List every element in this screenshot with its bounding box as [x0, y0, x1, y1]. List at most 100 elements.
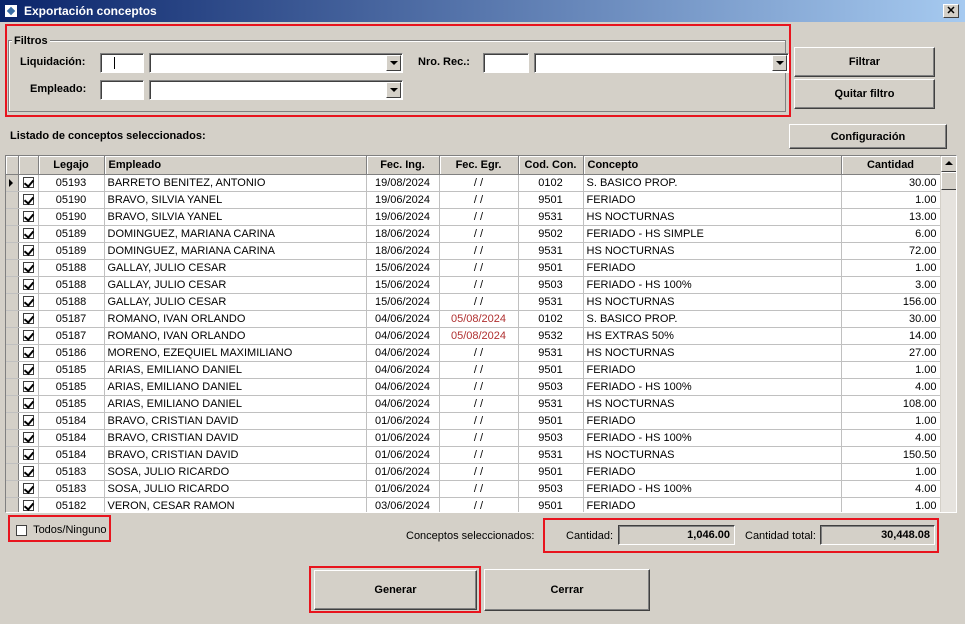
cell-cantidad: 1.00 — [841, 361, 941, 379]
table-row[interactable]: 05183 SOSA, JULIO RICARDO 01/06/2024 / /95… — [6, 480, 941, 498]
empleado-code-input[interactable] — [100, 80, 144, 100]
cell-legajo: 05182 — [38, 497, 105, 512]
column-header-empleado[interactable]: Empleado — [104, 156, 367, 175]
checkbox-icon[interactable] — [16, 524, 27, 536]
checkbox-icon[interactable] — [22, 228, 34, 240]
row-checkbox[interactable] — [18, 446, 39, 464]
row-checkbox[interactable] — [18, 361, 39, 379]
table-row[interactable]: 05185 ARIAS, EMILIANO DANIEL 04/06/2024 / … — [6, 378, 941, 396]
checkbox-icon[interactable] — [22, 194, 34, 206]
row-checkbox[interactable] — [18, 480, 39, 498]
table-row[interactable]: 05190 BRAVO, SILVIA YANEL 19/06/2024 / /95… — [6, 191, 941, 209]
cell-fec-egr: / / — [439, 259, 519, 277]
table-row[interactable]: 05188 GALLAY, JULIO CESAR 15/06/2024 / /95… — [6, 259, 941, 277]
table-row[interactable]: 05184 BRAVO, CRISTIAN DAVID 01/06/2024 / /… — [6, 429, 941, 447]
table-row[interactable]: 05187 ROMANO, IVAN ORLANDO 04/06/2024 05/08… — [6, 327, 941, 345]
table-row[interactable]: 05190 BRAVO, SILVIA YANEL 19/06/2024 / /95… — [6, 208, 941, 226]
row-checkbox[interactable] — [18, 412, 39, 430]
checkbox-icon[interactable] — [22, 500, 34, 512]
checkbox-icon[interactable] — [22, 296, 34, 308]
checkbox-icon[interactable] — [22, 398, 34, 410]
column-header-fec-ing[interactable]: Fec. Ing. — [366, 156, 440, 175]
table-row[interactable]: 05186 MORENO, EZEQUIEL MAXIMILIANO 04/06/2… — [6, 344, 941, 362]
checkbox-icon[interactable] — [22, 279, 34, 291]
row-indicator — [6, 191, 19, 209]
row-checkbox[interactable] — [18, 259, 39, 277]
checkbox-icon[interactable] — [22, 466, 34, 478]
column-header-fec-egr[interactable]: Fec. Egr. — [439, 156, 519, 175]
row-checkbox[interactable] — [18, 208, 39, 226]
row-checkbox[interactable] — [18, 242, 39, 260]
configuracion-button[interactable]: Configuración — [789, 124, 947, 149]
row-checkbox[interactable] — [18, 463, 39, 481]
chevron-down-icon[interactable] — [772, 55, 787, 71]
liquidacion-code-input[interactable] — [100, 53, 144, 73]
row-checkbox[interactable] — [18, 174, 39, 192]
row-checkbox[interactable] — [18, 327, 39, 345]
nro-rec-select[interactable] — [534, 53, 789, 73]
scroll-up-arrow-icon[interactable] — [941, 156, 956, 172]
vertical-scrollbar[interactable] — [940, 156, 956, 512]
checkbox-icon[interactable] — [22, 364, 34, 376]
table-row[interactable]: 05193 BARRETO BENITEZ, ANTONIO 19/08/2024 … — [6, 174, 941, 192]
filtrar-button[interactable]: Filtrar — [794, 47, 935, 77]
checkbox-icon[interactable] — [22, 483, 34, 495]
table-row[interactable]: 05188 GALLAY, JULIO CESAR 15/06/2024 / /95… — [6, 293, 941, 311]
checkbox-icon[interactable] — [22, 415, 34, 427]
row-checkbox[interactable] — [18, 344, 39, 362]
table-row[interactable]: 05184 BRAVO, CRISTIAN DAVID 01/06/2024 / /… — [6, 412, 941, 430]
table-row[interactable]: 05188 GALLAY, JULIO CESAR 15/06/2024 / /95… — [6, 276, 941, 294]
checkbox-icon[interactable] — [22, 313, 34, 325]
checkbox-icon[interactable] — [22, 330, 34, 342]
row-checkbox[interactable] — [18, 191, 39, 209]
cell-concepto: FERIADO — [583, 361, 842, 379]
cell-fec-ing: 04/06/2024 — [366, 310, 440, 328]
checkbox-icon[interactable] — [22, 449, 34, 461]
cell-cantidad: 30.00 — [841, 310, 941, 328]
column-header-cantidad[interactable]: Cantidad — [841, 156, 941, 175]
column-header-legajo[interactable]: Legajo — [38, 156, 105, 175]
checkbox-icon[interactable] — [22, 432, 34, 444]
checkbox-icon[interactable] — [22, 262, 34, 274]
generar-button[interactable]: Generar — [314, 570, 477, 610]
checkbox-icon[interactable] — [22, 177, 34, 189]
table-row[interactable]: 05184 BRAVO, CRISTIAN DAVID 01/06/2024 / /… — [6, 446, 941, 464]
checkbox-icon[interactable] — [22, 381, 34, 393]
row-checkbox[interactable] — [18, 378, 39, 396]
checkbox-icon[interactable] — [22, 347, 34, 359]
row-checkbox[interactable] — [18, 225, 39, 243]
close-button[interactable]: ✕ — [943, 4, 959, 18]
table-row[interactable]: 05183 SOSA, JULIO RICARDO 01/06/2024 / /95… — [6, 463, 941, 481]
table-row[interactable]: 05187 ROMANO, IVAN ORLANDO 04/06/2024 05/08… — [6, 310, 941, 328]
row-checkbox[interactable] — [18, 310, 39, 328]
cell-fec-egr: / / — [439, 361, 519, 379]
scroll-thumb[interactable] — [941, 172, 956, 190]
row-checkbox[interactable] — [18, 395, 39, 413]
table-row[interactable]: 05189 DOMINGUEZ, MARIANA CARINA 18/06/2024… — [6, 242, 941, 260]
chevron-down-icon[interactable] — [386, 55, 401, 71]
cell-fec-ing: 04/06/2024 — [366, 327, 440, 345]
checkbox-icon[interactable] — [22, 211, 34, 223]
empleado-select[interactable] — [149, 80, 403, 100]
table-row[interactable]: 05182 VERON, CESAR RAMON 03/06/2024 / /950… — [6, 497, 941, 512]
chevron-down-icon[interactable] — [386, 82, 401, 98]
table-row[interactable]: 05185 ARIAS, EMILIANO DANIEL 04/06/2024 / … — [6, 361, 941, 379]
todos-ninguno-checkbox[interactable]: Todos/Ninguno — [16, 524, 106, 536]
table-row[interactable]: 05189 DOMINGUEZ, MARIANA CARINA 18/06/2024… — [6, 225, 941, 243]
row-checkbox[interactable] — [18, 497, 39, 512]
cell-cod-con: 9501 — [518, 361, 584, 379]
cell-empleado: BRAVO, SILVIA YANEL — [104, 191, 367, 209]
nro-rec-code-input[interactable] — [483, 53, 529, 73]
cantidad-value: 1,046.00 — [618, 525, 735, 545]
cerrar-button[interactable]: Cerrar — [484, 569, 650, 611]
checkbox-icon[interactable] — [22, 245, 34, 257]
table-row[interactable]: 05185 ARIAS, EMILIANO DANIEL 04/06/2024 / … — [6, 395, 941, 413]
column-header-cod-con[interactable]: Cod. Con. — [518, 156, 584, 175]
quitar-filtro-button[interactable]: Quitar filtro — [794, 79, 935, 109]
row-checkbox[interactable] — [18, 276, 39, 294]
row-checkbox[interactable] — [18, 429, 39, 447]
liquidacion-select[interactable] — [149, 53, 403, 73]
row-checkbox[interactable] — [18, 293, 39, 311]
concepts-grid[interactable]: Legajo Empleado Fec. Ing. Fec. Egr. Cod.… — [5, 155, 957, 513]
column-header-concepto[interactable]: Concepto — [583, 156, 842, 175]
